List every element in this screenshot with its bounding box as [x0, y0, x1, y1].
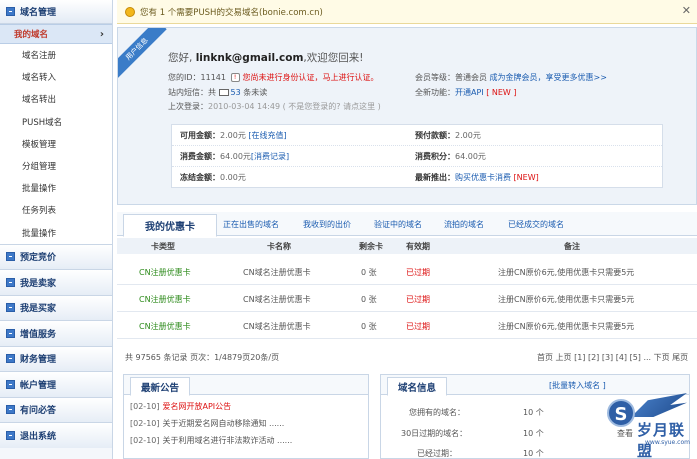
- domain-info-panel: 域名信息 [批量转入域名 ] 您拥有的域名： 10 个 30日过期的域名： 10…: [380, 374, 690, 459]
- user-id-line: 您的ID：11141 ! 您尚未进行身份认证，马上进行认证。: [168, 73, 379, 82]
- sidebar-item-domain-transfer-in[interactable]: 域名转入: [0, 66, 112, 88]
- table-row[interactable]: CN注册优惠卡 CN域名注册优惠卡 0 张 已过期 注册CN原价6元,使用优惠卡…: [117, 285, 697, 312]
- close-icon[interactable]: ✕: [682, 4, 691, 17]
- mail-icon: [218, 89, 229, 96]
- pagination-info: 共 97565 条记录 页次：1/4879页20条/页: [125, 353, 280, 362]
- domain-info-title: 域名信息: [387, 377, 448, 396]
- expired-domains-value: 10 个: [523, 449, 544, 458]
- sidebar-group-faq[interactable]: 有问必答: [0, 396, 112, 423]
- greeting: 您好, linknk@gmail.com,欢迎您回来!: [168, 52, 364, 64]
- expand-icon: [6, 405, 15, 415]
- welcome-panel: 用户信息 您好, linknk@gmail.com,欢迎您回来! 您的ID：11…: [117, 27, 697, 205]
- messages-line: 站内短信：共 53 条未读: [168, 88, 268, 97]
- expiring-domains-label: 30日过期的域名：: [401, 429, 468, 438]
- sidebar-header-domain-management[interactable]: 域名管理: [0, 0, 112, 24]
- expand-icon: [6, 252, 15, 262]
- column-header: 卡类型: [151, 242, 175, 251]
- sidebar-group-buyer[interactable]: 我是买家: [0, 294, 112, 321]
- user-email: linknk@gmail.com: [195, 52, 304, 64]
- sidebar-group-seller[interactable]: 我是卖家: [0, 269, 112, 295]
- expand-icon: [6, 7, 15, 16]
- tab-verifying-domains[interactable]: 验证中的域名: [374, 219, 422, 230]
- list-item[interactable]: [02-10] 关于近期爱名网自动移除通知 ......: [130, 418, 292, 435]
- sidebar: 域名管理 我的域名 › 域名注册 域名转入 域名转出 PUSH域名 模板管理 分…: [0, 0, 113, 459]
- column-header: 有效期: [406, 242, 430, 251]
- sidebar-group-account[interactable]: 帐户管理: [0, 371, 112, 397]
- expiring-domains-value: 10 个: [523, 429, 544, 438]
- sidebar-item-tasks[interactable]: 任务列表: [0, 199, 112, 221]
- open-api-link[interactable]: 开通API: [455, 88, 484, 97]
- new-badge: [NEW]: [513, 173, 539, 182]
- batch-transfer-link[interactable]: [批量转入域名 ]: [549, 380, 606, 391]
- sidebar-submenu: 我的域名 › 域名注册 域名转入 域名转出 PUSH域名 模板管理 分组管理 批…: [0, 24, 112, 244]
- notice-text[interactable]: 您有 1 个需要PUSH的交易域名(bonie.com.cn): [140, 6, 323, 18]
- notice-bar: 您有 1 个需要PUSH的交易域名(bonie.com.cn) ✕: [117, 0, 697, 24]
- id-card-icon: !: [230, 73, 240, 82]
- member-level-line: 会员等级：普通会员 成为金牌会员，享受更多优惠>>: [415, 73, 607, 82]
- balance-box: 可用金额：2.00元 [在线充值] 预付款额：2.00元 消费金额：64.00元…: [171, 124, 663, 188]
- tab-completed-deals[interactable]: 已经成交的域名: [508, 219, 564, 230]
- unread-count-link[interactable]: 53: [231, 88, 241, 97]
- list-item[interactable]: [02-10] 爱名网开放API公告: [130, 401, 292, 418]
- expand-icon: [6, 379, 15, 389]
- tab-selling-domains[interactable]: 正在出售的域名: [223, 219, 279, 230]
- sidebar-group-logout[interactable]: 退出系统: [0, 422, 112, 448]
- sidebar-group-value-added[interactable]: 增值服务: [0, 320, 112, 346]
- balance-row: 可用金额：2.00元 [在线充值] 预付款额：2.00元: [172, 125, 662, 146]
- sidebar-item-templates[interactable]: 模板管理: [0, 133, 112, 155]
- tab-failed-auctions[interactable]: 流拍的域名: [444, 219, 484, 230]
- pagination: 共 97565 条记录 页次：1/4879页20条/页 首页 上页 [1] [2…: [117, 350, 697, 368]
- sidebar-header-label: 域名管理: [20, 8, 57, 18]
- balance-row: 冻结金额：0.00元 最新推出：购买优惠卡消费 [NEW]: [180, 173, 539, 182]
- lightbulb-icon: [125, 6, 135, 17]
- column-header: 剩余卡: [359, 242, 383, 251]
- buy-coupon-link[interactable]: 购买优惠卡消费: [455, 173, 511, 182]
- sidebar-item-my-domains[interactable]: 我的域名 ›: [0, 24, 112, 44]
- coupon-cards-section: 我的优惠卡 正在出售的域名 我收到的出价 验证中的域名 流拍的域名 已经成交的域…: [117, 212, 697, 367]
- chevron-right-icon: ›: [99, 28, 104, 40]
- sidebar-group-reserve-bid[interactable]: 预定竞价: [0, 243, 112, 270]
- table-row[interactable]: CN注册优惠卡 CN域名注册优惠卡 0 张 已过期 注册CN原价6元,使用优惠卡…: [117, 258, 697, 285]
- upgrade-gold-link[interactable]: 成为金牌会员，享受更多优惠>>: [490, 73, 607, 82]
- sidebar-item-batch-2[interactable]: 批量操作: [0, 222, 112, 244]
- column-header: 备注: [564, 242, 580, 251]
- sidebar-item-push-domain[interactable]: PUSH域名: [0, 111, 112, 133]
- sidebar-group-finance[interactable]: 财务管理: [0, 345, 112, 372]
- recharge-link[interactable]: [在线充值]: [248, 131, 286, 140]
- news-panel: 最新公告 [02-10] 爱名网开放API公告 [02-10] 关于近期爱名网自动移…: [123, 374, 369, 459]
- owned-domains-label: 您拥有的域名：: [409, 408, 465, 417]
- news-title: 最新公告: [130, 377, 191, 396]
- view-link[interactable]: 查看: [617, 428, 633, 439]
- last-login-line: 上次登录：2010-03-04 14:49 ( 不是您登录的? 请点这里 ): [168, 102, 381, 111]
- tab-my-coupons[interactable]: 我的优惠卡: [123, 214, 217, 237]
- column-header: 卡名称: [267, 242, 291, 251]
- spend-records-link[interactable]: [消费记录]: [251, 152, 289, 161]
- tab-received-bids[interactable]: 我收到的出价: [303, 219, 351, 230]
- sidebar-item-groups[interactable]: 分组管理: [0, 155, 112, 177]
- expand-icon: [6, 303, 15, 313]
- expired-domains-label: 已经过期：: [417, 449, 457, 458]
- balance-row: 消费金额：64.00元[消费记录] 消费积分：64.00元: [172, 146, 662, 167]
- new-feature-line: 全新功能：开通API [ NEW ]: [415, 88, 517, 97]
- sidebar-item-domain-transfer-out[interactable]: 域名转出: [0, 88, 112, 110]
- expand-icon: [6, 430, 15, 440]
- cards-tabbar: 我的优惠卡 正在出售的域名 我收到的出价 验证中的域名 流拍的域名 已经成交的域…: [117, 212, 697, 237]
- list-item[interactable]: [02-10] 关于利用域名进行非法欺诈活动 ......: [130, 435, 292, 452]
- not-me-link[interactable]: ( 不是您登录的? 请点这里 ): [283, 102, 381, 111]
- expand-icon: [6, 328, 15, 338]
- pagination-nav[interactable]: 首页 上页 [1] [2] [3] [4] [5] ... 下页 尾页: [537, 352, 688, 363]
- sidebar-item-domain-register[interactable]: 域名注册: [0, 44, 112, 66]
- expand-icon: [6, 277, 15, 287]
- owned-domains-value: 10 个: [523, 408, 544, 417]
- expand-icon: [6, 354, 15, 364]
- new-badge: [ NEW ]: [486, 88, 517, 97]
- verify-identity-link[interactable]: 马上进行认证。: [323, 73, 379, 82]
- table-header: 卡类型 卡名称 剩余卡 有效期 备注: [117, 238, 697, 254]
- table-row[interactable]: CN注册优惠卡 CN域名注册优惠卡 0 张 已过期 注册CN原价6元,使用优惠卡…: [117, 312, 697, 339]
- news-list: [02-10] 爱名网开放API公告 [02-10] 关于近期爱名网自动移除通知 .…: [130, 401, 292, 452]
- sidebar-item-batch[interactable]: 批量操作: [0, 177, 112, 199]
